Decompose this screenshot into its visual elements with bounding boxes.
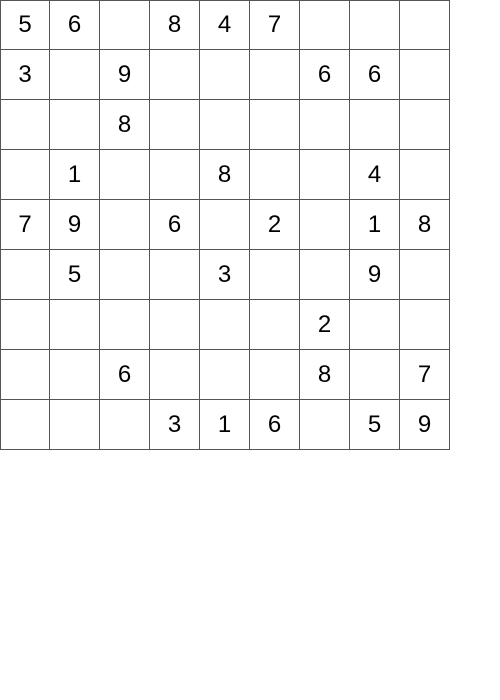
sudoku-cell[interactable]: [150, 350, 200, 400]
sudoku-cell[interactable]: [0, 100, 50, 150]
sudoku-cell[interactable]: 3: [0, 50, 50, 100]
sudoku-cell[interactable]: 1: [200, 400, 250, 450]
sudoku-cell[interactable]: [150, 300, 200, 350]
sudoku-cell[interactable]: 4: [200, 0, 250, 50]
sudoku-cell[interactable]: 3: [200, 250, 250, 300]
sudoku-cell[interactable]: [50, 400, 100, 450]
sudoku-cell[interactable]: [200, 350, 250, 400]
sudoku-cell[interactable]: [400, 150, 450, 200]
sudoku-cell[interactable]: [100, 300, 150, 350]
sudoku-cell[interactable]: [250, 150, 300, 200]
sudoku-cell[interactable]: [50, 350, 100, 400]
sudoku-cell[interactable]: 6: [150, 200, 200, 250]
sudoku-cell[interactable]: [400, 0, 450, 50]
sudoku-cell[interactable]: 6: [50, 0, 100, 50]
sudoku-cell[interactable]: [100, 200, 150, 250]
sudoku-cell[interactable]: [400, 100, 450, 150]
sudoku-cell[interactable]: [300, 250, 350, 300]
sudoku-cell[interactable]: [250, 250, 300, 300]
sudoku-cell[interactable]: [150, 150, 200, 200]
sudoku-cell[interactable]: 8: [200, 150, 250, 200]
sudoku-cell[interactable]: 2: [300, 300, 350, 350]
sudoku-cell[interactable]: [100, 250, 150, 300]
sudoku-cell[interactable]: 8: [100, 100, 150, 150]
sudoku-cell[interactable]: [300, 400, 350, 450]
sudoku-cell[interactable]: [100, 0, 150, 50]
sudoku-cell[interactable]: [300, 0, 350, 50]
sudoku-cell[interactable]: [200, 100, 250, 150]
sudoku-cell[interactable]: 5: [350, 400, 400, 450]
sudoku-cell[interactable]: [350, 350, 400, 400]
sudoku-cell[interactable]: [50, 50, 100, 100]
sudoku-cell[interactable]: 1: [50, 150, 100, 200]
sudoku-cell[interactable]: [0, 250, 50, 300]
sudoku-cell[interactable]: [100, 400, 150, 450]
sudoku-cell[interactable]: 6: [350, 50, 400, 100]
sudoku-cell[interactable]: [150, 50, 200, 100]
sudoku-cell[interactable]: [200, 50, 250, 100]
sudoku-cell[interactable]: 7: [400, 350, 450, 400]
sudoku-cell[interactable]: [50, 300, 100, 350]
sudoku-cell[interactable]: 5: [50, 250, 100, 300]
sudoku-cell[interactable]: 8: [400, 200, 450, 250]
sudoku-cell[interactable]: [0, 150, 50, 200]
sudoku-cell[interactable]: [250, 300, 300, 350]
sudoku-cell[interactable]: [0, 350, 50, 400]
sudoku-cell[interactable]: 2: [250, 200, 300, 250]
sudoku-cell[interactable]: 9: [350, 250, 400, 300]
sudoku-cell[interactable]: [50, 100, 100, 150]
sudoku-cell[interactable]: 8: [150, 0, 200, 50]
sudoku-cell[interactable]: [300, 100, 350, 150]
sudoku-cell[interactable]: [150, 250, 200, 300]
sudoku-cell[interactable]: [300, 150, 350, 200]
sudoku-cell[interactable]: 6: [300, 50, 350, 100]
sudoku-cell[interactable]: [350, 100, 400, 150]
sudoku-cell[interactable]: [300, 200, 350, 250]
sudoku-cell[interactable]: 6: [100, 350, 150, 400]
sudoku-cell[interactable]: [400, 50, 450, 100]
sudoku-cell[interactable]: [350, 300, 400, 350]
sudoku-cell[interactable]: 9: [50, 200, 100, 250]
sudoku-board: 5684739668184796218539268731659: [0, 0, 450, 450]
sudoku-cell[interactable]: [200, 200, 250, 250]
sudoku-cell[interactable]: 9: [400, 400, 450, 450]
sudoku-cell[interactable]: 7: [0, 200, 50, 250]
sudoku-cell[interactable]: [0, 400, 50, 450]
sudoku-cell[interactable]: [250, 350, 300, 400]
sudoku-cell[interactable]: 9: [100, 50, 150, 100]
sudoku-cell[interactable]: [350, 0, 400, 50]
sudoku-cell[interactable]: [200, 300, 250, 350]
sudoku-cell[interactable]: 1: [350, 200, 400, 250]
sudoku-cell[interactable]: 7: [250, 0, 300, 50]
sudoku-cell[interactable]: 4: [350, 150, 400, 200]
sudoku-cell[interactable]: [250, 100, 300, 150]
sudoku-cell[interactable]: [250, 50, 300, 100]
sudoku-cell[interactable]: [400, 300, 450, 350]
sudoku-cell[interactable]: 3: [150, 400, 200, 450]
sudoku-cell[interactable]: [400, 250, 450, 300]
sudoku-cell[interactable]: [0, 300, 50, 350]
sudoku-cell[interactable]: 6: [250, 400, 300, 450]
sudoku-cell[interactable]: [100, 150, 150, 200]
sudoku-cell[interactable]: 5: [0, 0, 50, 50]
sudoku-cell[interactable]: [150, 100, 200, 150]
sudoku-cell[interactable]: 8: [300, 350, 350, 400]
